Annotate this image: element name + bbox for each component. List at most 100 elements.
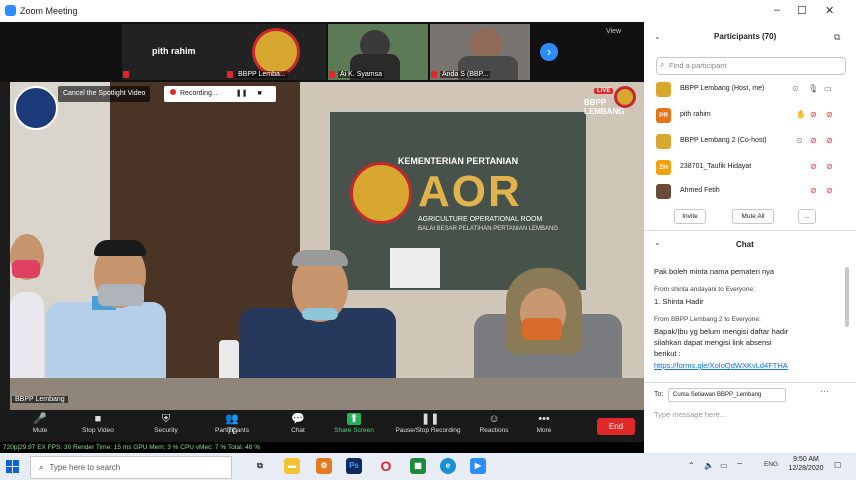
muted-mic-icon[interactable]: ⊘ — [810, 162, 817, 171]
participant-row[interactable]: ZH 238701_Taufik Hidayat ⊘ ⊘ — [656, 156, 846, 180]
recording-icon: ⊙ — [796, 136, 803, 145]
participant-row[interactable]: BBPP Lembang 2 (Co-host) ⊙ ⊘ ⊘ — [656, 130, 846, 154]
task-view-icon[interactable]: ⧉ — [252, 458, 268, 474]
clock[interactable]: 9:50 AM 12/28/2020 — [786, 456, 826, 472]
muted-mic-icon — [329, 71, 335, 78]
video-off-icon[interactable]: ⊘ — [826, 186, 833, 195]
share-screen-button[interactable]: ⬆ Share Screen — [326, 412, 382, 434]
language-indicator[interactable]: ENG — [764, 461, 778, 468]
video-tile-pith-rahim[interactable]: pith rahim — [122, 24, 226, 80]
participant-name: BBPP Lembang (Host, me) — [680, 85, 765, 92]
meeting-toolbar: 🎤 Mute ■ Stop Video ⛨ Security 👥70 Participa… — [0, 410, 644, 442]
chat-button[interactable]: 💬 Chat — [270, 412, 326, 434]
window-title: Zoom Meeting — [20, 6, 78, 16]
divider — [644, 230, 856, 231]
person-3-hair — [292, 250, 348, 266]
pause-recording-label: Pause/Stop Recording — [395, 427, 461, 434]
video-off-icon[interactable]: ⊘ — [826, 136, 833, 145]
chat-more-icon[interactable]: ⋯ — [820, 386, 829, 397]
volume-icon[interactable]: 🔈 — [704, 461, 714, 470]
store-icon[interactable]: ▦ — [410, 458, 426, 474]
tile-name: BBPP Lemba... — [236, 71, 288, 78]
collapse-chevron-icon[interactable]: ⌄ — [654, 238, 661, 247]
recording-indicator: Recording... ❚❚ ■ — [164, 86, 276, 102]
microphone-icon[interactable]: 🎙 — [808, 84, 818, 93]
close-button[interactable]: ✕ — [825, 4, 834, 17]
title-bar: Zoom Meeting – ☐ ✕ — [0, 0, 856, 22]
more-button[interactable]: ••• More — [516, 412, 572, 434]
speaker-name-label: BBPP Lembang — [12, 396, 68, 403]
banner-ministry: KEMENTERIAN PERTANIAN — [397, 156, 519, 166]
popout-icon[interactable]: ⧉ — [834, 32, 840, 43]
person-2-mask — [98, 284, 144, 306]
participants-icon: 👥70 — [225, 413, 239, 436]
network-icon[interactable]: ⌔ — [736, 461, 744, 471]
mute-all-button[interactable]: Mute All — [732, 209, 774, 224]
battery-icon[interactable]: ▭ — [720, 461, 728, 470]
muted-mic-icon[interactable]: ⊘ — [810, 186, 817, 195]
participants-button[interactable]: 👥70 Participants — [204, 412, 260, 436]
end-meeting-button[interactable]: End — [597, 418, 635, 435]
participant-row[interactable]: BBPP Lembang (Host, me) ⊙ 🎙 ▭ — [656, 78, 846, 102]
video-tile-ai[interactable]: Ai K. Syamsa — [328, 24, 428, 80]
participant-row[interactable]: Ahmed Fetih ⊘ ⊘ — [656, 180, 846, 204]
participant-avatar — [656, 82, 671, 97]
pause-recording-button[interactable]: ❚❚ Pause/Stop Recording — [392, 412, 464, 434]
app-orange-icon[interactable]: ⚙ — [316, 458, 332, 474]
recipient-select[interactable]: Cuma Setiawan BBPP_Lembang — [668, 388, 786, 402]
statistics-bar: 720p|29.97 EX FPS: 30 Render Time: 15 ms… — [0, 442, 647, 453]
opera-icon[interactable]: O — [378, 458, 394, 474]
participant-avatar: PR — [656, 108, 671, 123]
security-button[interactable]: ⛨ Security — [138, 412, 194, 434]
video-off-icon[interactable]: ⊘ — [826, 162, 833, 171]
windows-taskbar: ⌕ Type here to search ⧉ ▬ ⚙ Ps O ▦ e ▶ ⌃ … — [0, 453, 856, 480]
muted-mic-icon[interactable]: ⊘ — [810, 110, 817, 119]
pause-recording-icon[interactable]: ❚❚ — [236, 90, 248, 97]
cancel-spotlight-button[interactable]: Cancel the Spotlight Video — [58, 86, 151, 102]
participant-row[interactable]: PR pith rahim ✋ ⊘ ⊘ — [656, 104, 846, 128]
video-off-icon[interactable]: ⊘ — [826, 110, 833, 119]
chat-header: Chat — [736, 240, 754, 249]
chat-link[interactable]: https://forms.gle/XoIoQdWXKvLd4FTHA — [654, 361, 788, 370]
photoshop-icon[interactable]: Ps — [346, 458, 362, 474]
stop-recording-icon[interactable]: ■ — [257, 90, 261, 97]
tray-chevron-icon[interactable]: ⌃ — [688, 461, 695, 470]
conference-table — [10, 378, 644, 410]
file-explorer-icon[interactable]: ▬ — [284, 458, 300, 474]
pause-stop-icon: ❚❚ — [421, 413, 440, 425]
zoom-logo-icon — [5, 5, 16, 16]
zoom-taskbar-icon[interactable]: ▶ — [470, 458, 486, 474]
video-icon[interactable]: ▭ — [824, 84, 832, 93]
reactions-button[interactable]: ☺ Reactions — [466, 412, 522, 434]
collapse-chevron-icon[interactable]: ⌄ — [654, 32, 661, 41]
video-tile-anda[interactable]: Anda S (BBP... — [430, 24, 530, 80]
taskbar-search-input[interactable]: ⌕ Type here to search — [30, 456, 232, 479]
notifications-icon[interactable]: ☐ — [834, 461, 841, 470]
chat-message: 1. Shinta Hadir — [654, 297, 704, 306]
chat-message-input[interactable]: Type message here... — [654, 410, 726, 419]
chat-scrollbar[interactable] — [845, 267, 849, 327]
banner-aor: AOR — [418, 167, 522, 216]
view-button[interactable]: View — [606, 28, 621, 35]
windows-start-icon[interactable] — [6, 460, 19, 473]
mute-button[interactable]: 🎤 Mute — [12, 412, 68, 434]
video-tile-bbpp[interactable]: BBPP Lemba... — [226, 24, 326, 80]
banner-subtitle: AGRICULTURE OPERATIONAL ROOM — [418, 216, 543, 223]
maximize-button[interactable]: ☐ — [797, 4, 807, 17]
next-page-arrow-icon[interactable]: › — [540, 43, 558, 61]
invite-button[interactable]: Invite — [674, 209, 706, 224]
minimize-button[interactable]: – — [774, 4, 780, 16]
mute-label: Mute — [32, 427, 48, 434]
person-3-mask — [302, 308, 338, 320]
divider — [644, 382, 856, 383]
stop-video-button[interactable]: ■ Stop Video — [70, 412, 126, 434]
share-screen-icon: ⬆ — [347, 413, 361, 425]
muted-mic-icon[interactable]: ⊘ — [810, 136, 817, 145]
edge-icon[interactable]: e — [440, 458, 456, 474]
participant-avatar — [656, 184, 671, 199]
participants-more-button[interactable]: ... — [798, 209, 816, 224]
participants-header: Participants (70) — [714, 32, 777, 41]
participant-search-input[interactable]: Find a participant — [656, 57, 846, 75]
bbpp-seal-icon — [252, 28, 300, 76]
person-4-mask — [522, 318, 562, 340]
